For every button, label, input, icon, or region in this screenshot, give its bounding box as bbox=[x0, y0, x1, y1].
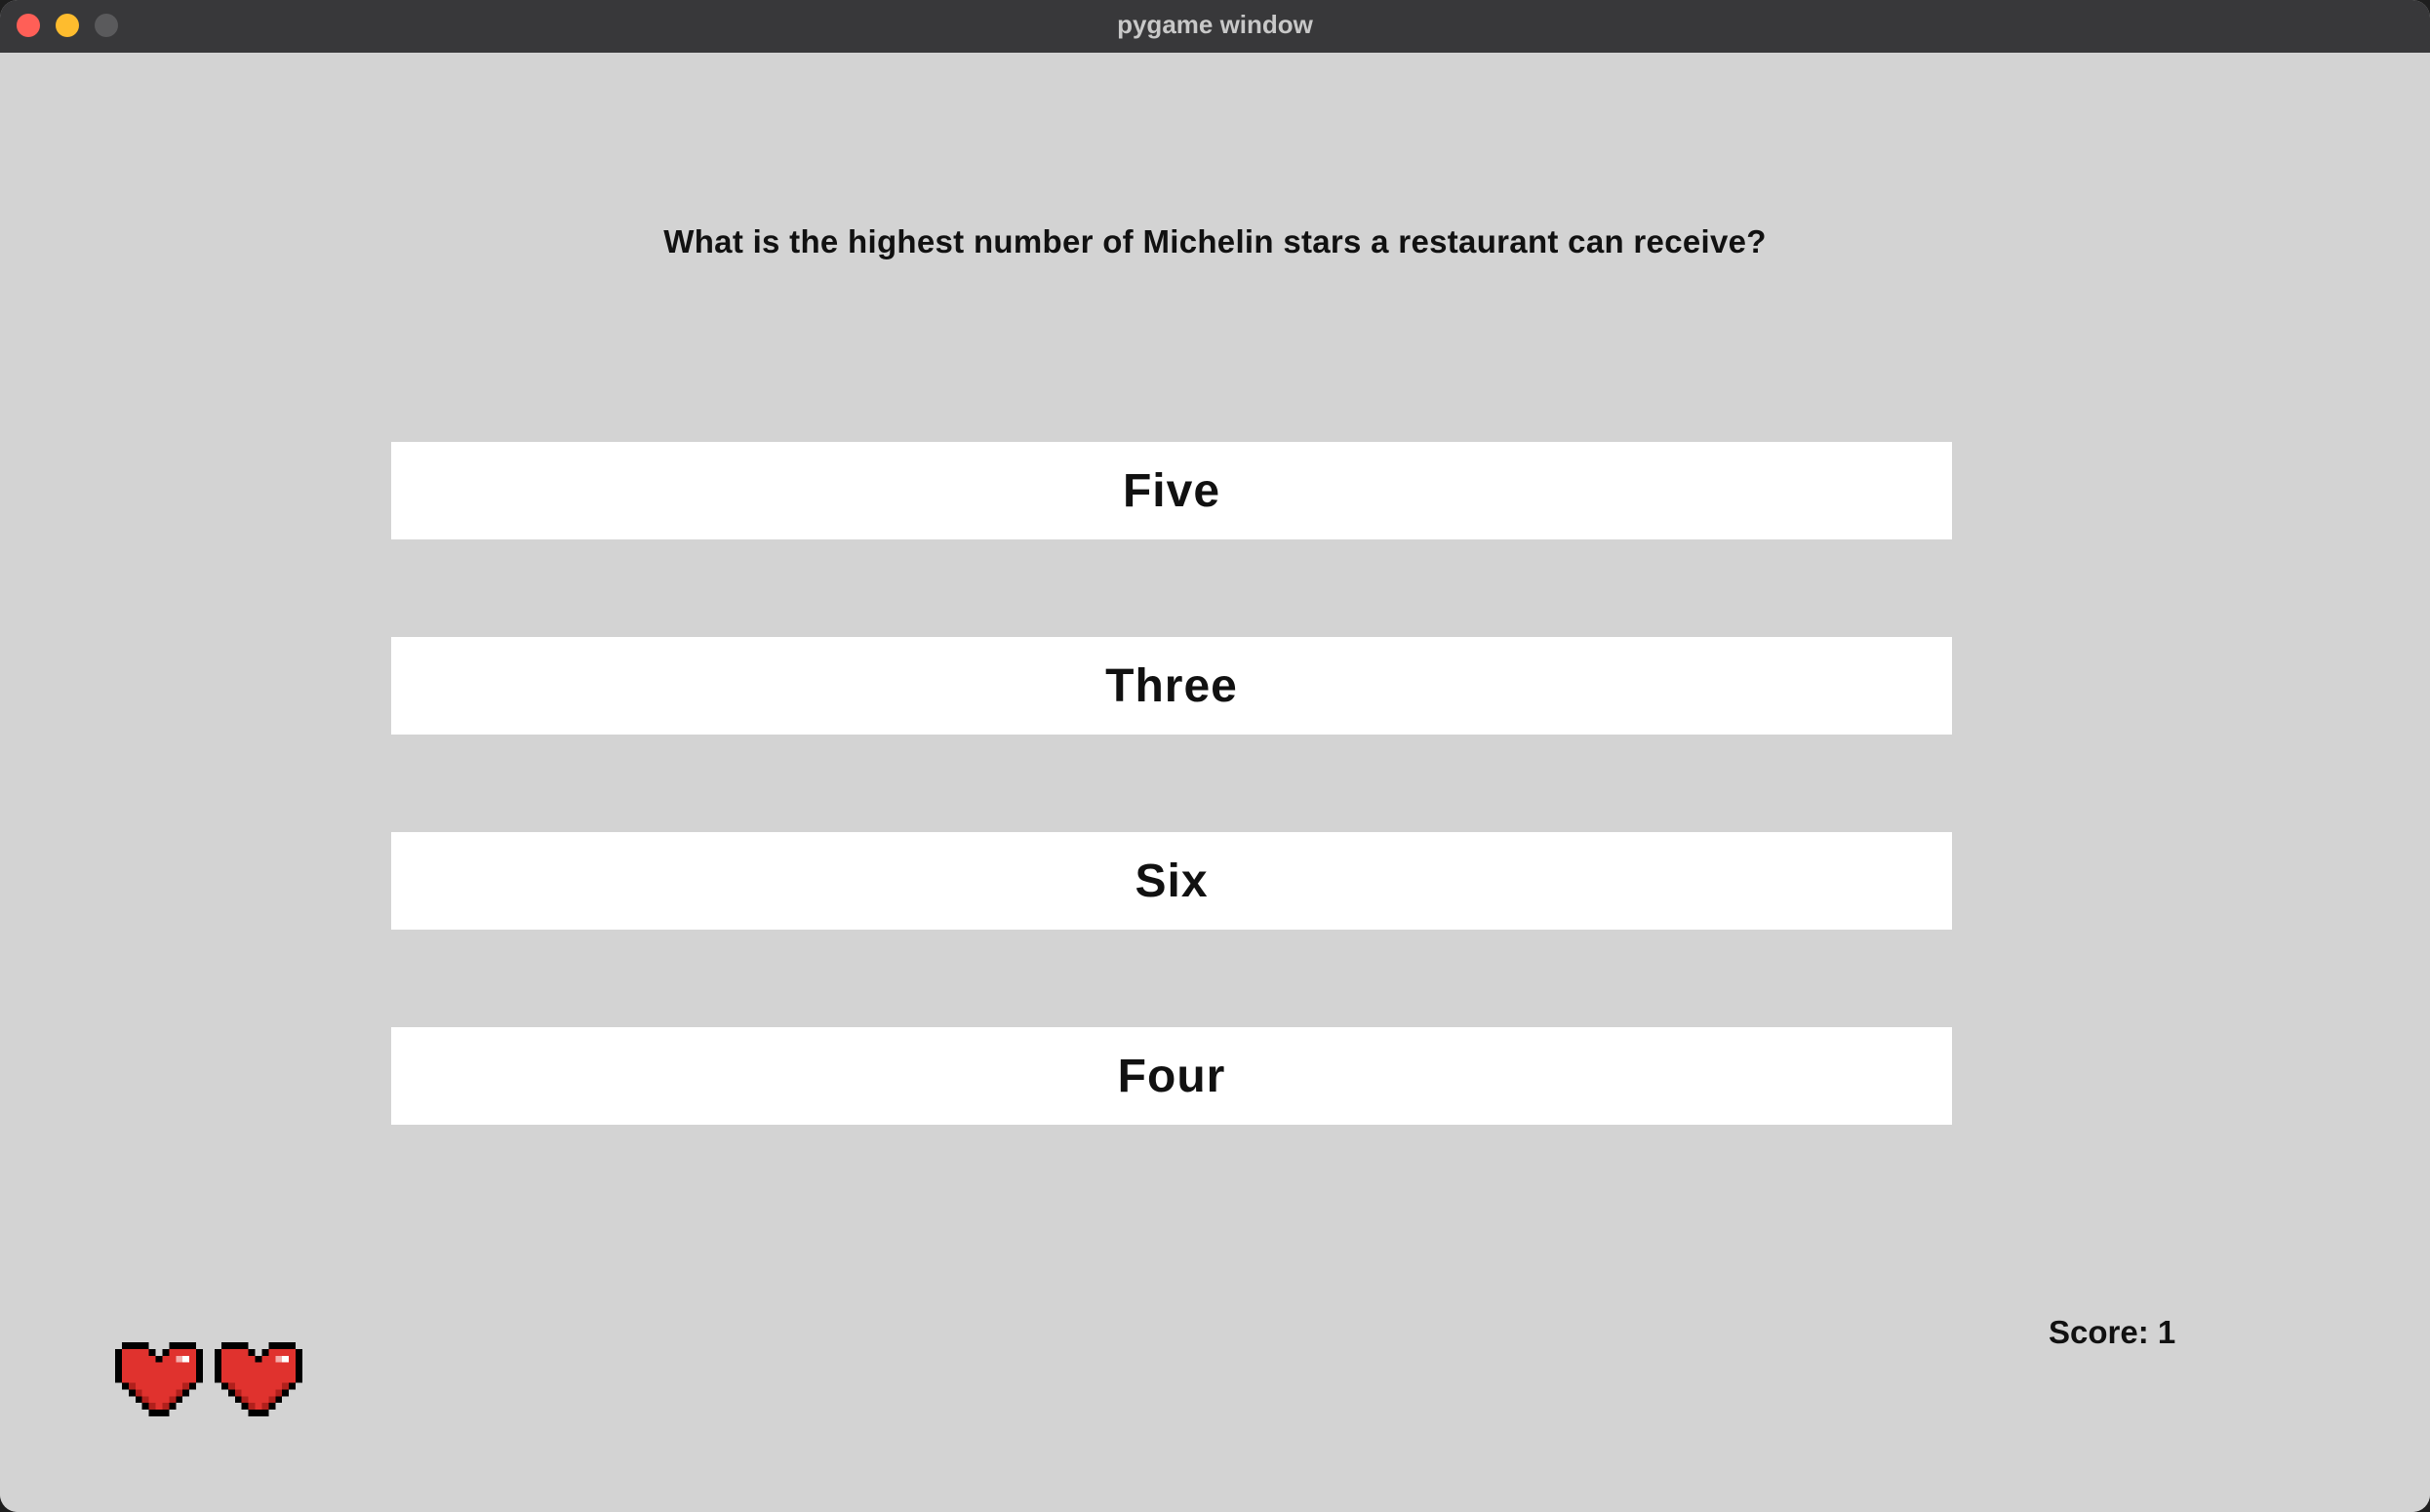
answer-button-1[interactable]: Five bbox=[391, 442, 1952, 539]
window-title: pygame window bbox=[1117, 10, 1313, 39]
answer-button-4[interactable]: Four bbox=[391, 1027, 1952, 1125]
heart-icon bbox=[214, 1342, 303, 1416]
pygame-window: pygame window What is the highest number… bbox=[0, 0, 2430, 1512]
answer-button-3[interactable]: Six bbox=[391, 832, 1952, 930]
score-display: Score: 1 bbox=[2049, 1314, 2176, 1350]
title-bar: pygame window bbox=[0, 0, 2430, 54]
game-canvas: What is the highest number of Michelin s… bbox=[0, 53, 2430, 1512]
question-text: What is the highest number of Michelin s… bbox=[663, 223, 1767, 259]
heart-icon bbox=[114, 1342, 204, 1416]
lives-indicator bbox=[114, 1342, 303, 1416]
answer-button-2[interactable]: Three bbox=[391, 637, 1952, 735]
